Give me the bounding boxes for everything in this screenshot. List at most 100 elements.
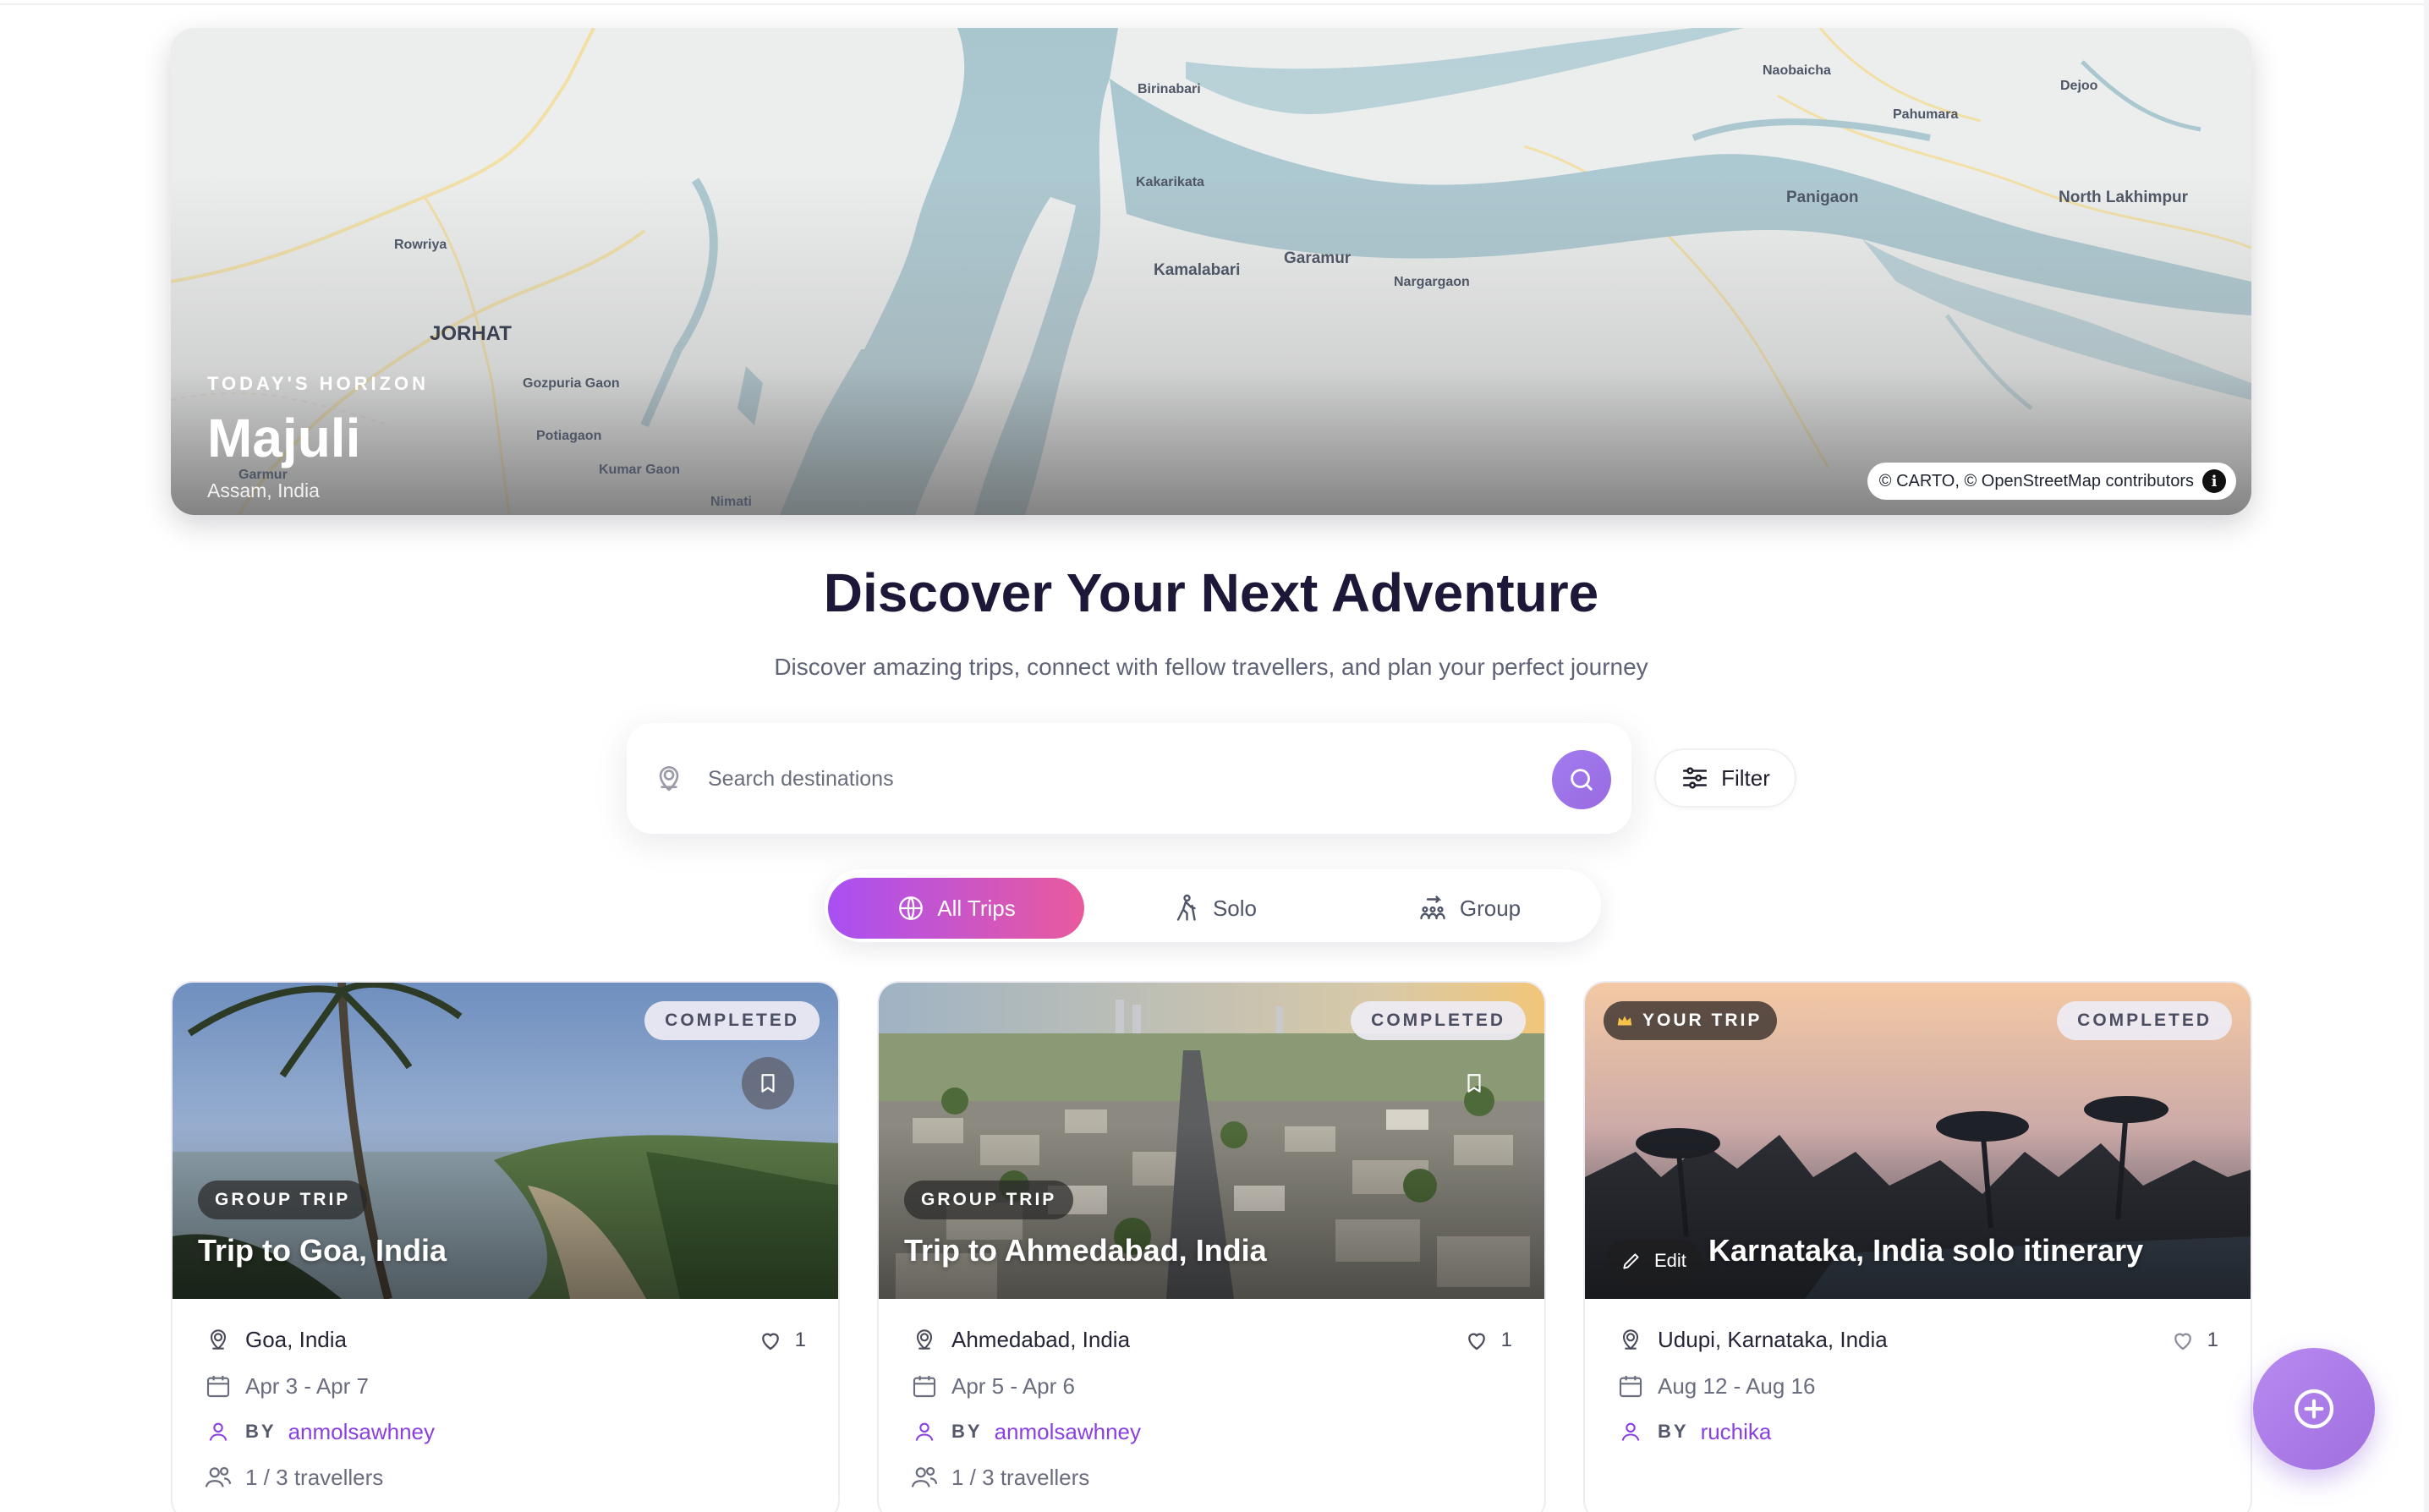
map-label: Garamur — [1284, 249, 1352, 267]
hero-title: Majuli — [207, 408, 361, 468]
tab-label: Solo — [1212, 895, 1258, 921]
trip-author: BY ruchika — [1615, 1416, 1771, 1447]
calendar-icon — [203, 1371, 233, 1401]
map-label: Birinabari — [1138, 82, 1201, 96]
map-label: Panigaon — [1786, 189, 1859, 206]
search-icon — [1571, 769, 1593, 791]
page-subtitle: Discover amazing trips, connect with fel… — [774, 654, 1648, 680]
sliders-icon — [1683, 767, 1708, 789]
search-button[interactable] — [1552, 750, 1611, 809]
like-button[interactable]: 1 — [1464, 1328, 1512, 1353]
tab-label: All Trips — [937, 895, 1016, 921]
edit-label: Edit — [1654, 1250, 1686, 1271]
tab-all-trips[interactable]: All Trips — [828, 878, 1084, 939]
your-trip-label: YOUR TRIP — [1642, 1011, 1763, 1030]
like-count: 1 — [1500, 1328, 1512, 1351]
by-label: BY — [951, 1421, 983, 1442]
heart-icon — [761, 1333, 779, 1350]
plus-circle-icon — [2294, 1389, 2334, 1429]
trip-dates: Apr 5 - Apr 6 — [909, 1371, 1075, 1401]
user-icon — [1615, 1416, 1646, 1447]
calendar-icon — [909, 1371, 940, 1401]
bookmark-button[interactable] — [1448, 1057, 1500, 1109]
by-label: BY — [1658, 1421, 1689, 1442]
filter-button[interactable]: Filter — [1654, 748, 1796, 808]
trip-card[interactable]: COMPLETED GROUP TRIP Trip to Ahmedabad, … — [877, 981, 1546, 1512]
location-pin-icon — [203, 1324, 233, 1355]
tab-solo[interactable]: Solo — [1095, 878, 1332, 939]
edit-button[interactable]: Edit — [1605, 1240, 1702, 1282]
trip-location: Goa, India — [203, 1324, 347, 1355]
bookmark-icon — [761, 1074, 775, 1093]
map-label: Dejoo — [2060, 79, 2098, 93]
tab-label: Group — [1459, 895, 1522, 921]
your-trip-badge: YOUR TRIP — [1604, 1001, 1778, 1040]
author-link[interactable]: anmolsawhney — [995, 1419, 1141, 1445]
trip-card[interactable]: COMPLETED GROUP TRIP Trip to Goa, India … — [171, 981, 840, 1512]
trip-title[interactable]: Trip to Goa, India — [198, 1233, 447, 1268]
hero-kicker: TODAY'S HORIZON — [207, 373, 430, 394]
info-icon[interactable]: i — [2202, 469, 2226, 493]
dates-text: Aug 12 - Aug 16 — [1658, 1372, 1816, 1399]
users-icon — [909, 1462, 940, 1493]
location-pin-icon — [909, 1324, 940, 1355]
author-link[interactable]: anmolsawhney — [288, 1419, 435, 1445]
author-link[interactable]: ruchika — [1701, 1419, 1772, 1445]
travellers-text: 1 / 3 travellers — [245, 1464, 384, 1490]
crown-icon — [1617, 1016, 1632, 1026]
user-icon — [203, 1416, 233, 1447]
location-text: Ahmedabad, India — [951, 1326, 1131, 1352]
trip-title[interactable]: Karnataka, India solo itinerary — [1708, 1233, 2143, 1268]
map-label: Nargargaon — [1394, 275, 1470, 289]
search-bar — [627, 723, 1631, 834]
travellers-text: 1 / 3 travellers — [951, 1464, 1090, 1490]
trip-travellers: 1 / 3 travellers — [909, 1462, 1089, 1493]
tab-group[interactable]: Group — [1342, 878, 1596, 939]
map-label: Potiagaon — [536, 429, 602, 443]
location-text: Udupi, Karnataka, India — [1658, 1326, 1888, 1352]
bookmark-button[interactable] — [742, 1057, 794, 1109]
map-label: JORHAT — [430, 322, 512, 345]
search-input[interactable] — [708, 755, 1452, 803]
trip-dates: Aug 12 - Aug 16 — [1615, 1371, 1815, 1401]
like-button[interactable]: 1 — [758, 1328, 806, 1353]
bookmark-icon — [1467, 1074, 1481, 1093]
trip-author: BY anmolsawhney — [909, 1416, 1141, 1447]
trip-type-badge: GROUP TRIP — [198, 1181, 368, 1219]
location-text: Goa, India — [245, 1326, 347, 1352]
status-badge: COMPLETED — [1351, 1001, 1526, 1040]
scrollbar[interactable] — [2424, 0, 2429, 1512]
status-badge: COMPLETED — [644, 1001, 820, 1040]
trip-author: BY anmolsawhney — [203, 1416, 435, 1447]
map-label: Kumar Gaon — [599, 463, 681, 477]
calendar-icon — [1615, 1371, 1646, 1401]
trip-location: Ahmedabad, India — [909, 1324, 1130, 1355]
trip-title[interactable]: Trip to Ahmedabad, India — [904, 1233, 1267, 1268]
hero-map-banner[interactable]: Birinabari Naobaicha Dejoo Pahumara Kaka… — [171, 28, 2251, 515]
map-label: Gozpuria Gaon — [523, 376, 620, 391]
group-icon — [1420, 896, 1445, 920]
map-label: Nimati — [710, 495, 752, 509]
map-label: Kamalabari — [1154, 261, 1241, 279]
like-count: 1 — [2207, 1328, 2218, 1351]
users-icon — [203, 1462, 233, 1493]
trip-type-tabs: All Trips Solo Group — [825, 869, 1601, 942]
trip-card[interactable]: YOUR TRIP COMPLETED Karnataka, India sol… — [1583, 981, 2252, 1512]
map-label: North Lakhimpur — [2059, 189, 2189, 206]
location-pin-icon — [1615, 1324, 1646, 1355]
heart-icon — [2174, 1333, 2191, 1350]
trip-location: Udupi, Karnataka, India — [1615, 1324, 1888, 1355]
like-button[interactable]: 1 — [2170, 1328, 2218, 1353]
filter-label: Filter — [1721, 764, 1770, 791]
trip-dates: Apr 3 - Apr 7 — [203, 1371, 369, 1401]
attribution-text[interactable]: © CARTO, © OpenStreetMap contributors — [1879, 472, 2194, 491]
status-badge: COMPLETED — [2057, 1001, 2232, 1040]
location-pin-icon — [652, 760, 686, 794]
trip-travellers: 1 / 3 travellers — [203, 1462, 383, 1493]
user-icon — [909, 1416, 940, 1447]
trip-type-badge: GROUP TRIP — [904, 1181, 1074, 1219]
map-label: Naobaicha — [1763, 63, 1831, 78]
map-attribution[interactable]: © CARTO, © OpenStreetMap contributors i — [1867, 463, 2236, 500]
hero-subtitle: Assam, India — [207, 479, 320, 501]
create-trip-button[interactable] — [2253, 1348, 2375, 1470]
